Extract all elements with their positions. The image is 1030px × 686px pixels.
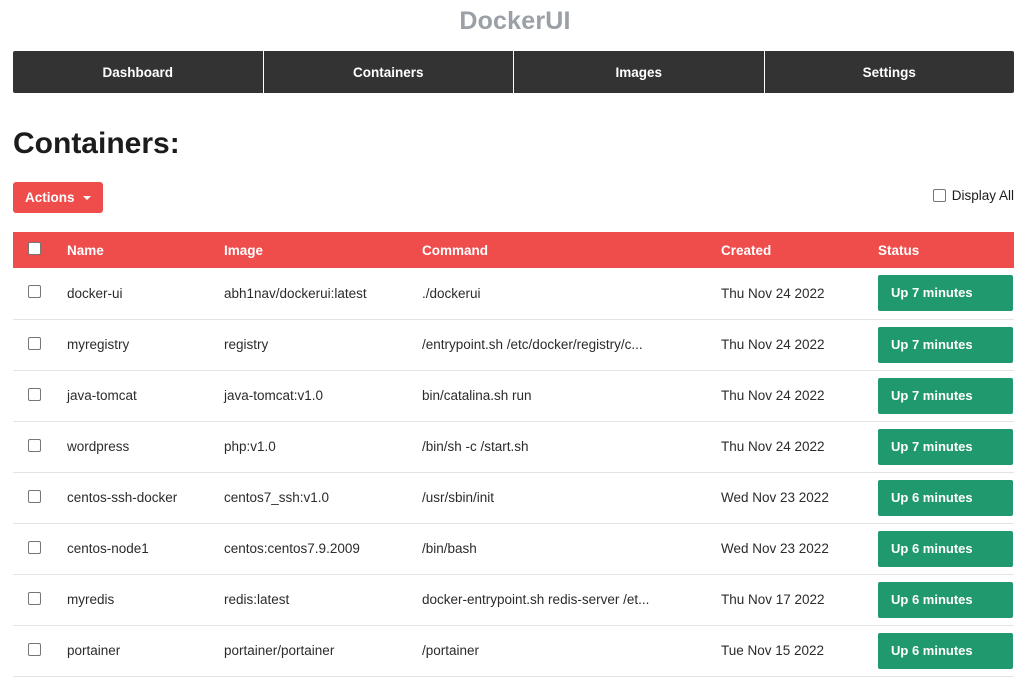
cell-command: /usr/sbin/init — [422, 472, 721, 524]
cell-image: registry — [224, 319, 422, 371]
row-select-cell — [13, 472, 67, 524]
row-select-cell — [13, 268, 67, 320]
cell-image: php:v1.0 — [224, 421, 422, 473]
select-all-checkbox[interactable] — [28, 242, 41, 255]
cell-name: centos-ssh-docker — [67, 472, 224, 524]
cell-name: wordpress — [67, 421, 224, 473]
display-all-label: Display All — [951, 188, 1014, 203]
column-header-status[interactable]: Status — [878, 232, 1014, 268]
row-select-cell — [13, 370, 67, 422]
cell-image: java-tomcat:v1.0 — [224, 370, 422, 422]
display-all-checkbox[interactable] — [932, 189, 946, 202]
row-select-cell — [13, 625, 67, 677]
cell-status: Up 7 minutes — [878, 421, 1014, 473]
page-title: Containers: — [13, 127, 180, 160]
cell-status: Up 7 minutes — [878, 268, 1014, 320]
display-all-toggle[interactable]: Display All — [932, 188, 1014, 203]
cell-image: portainer/portainer — [224, 625, 422, 677]
cell-created: Tue Nov 15 2022 — [721, 625, 878, 677]
row-checkbox[interactable] — [28, 387, 41, 401]
cell-command: /bin/bash — [422, 523, 721, 575]
table-row[interactable]: myregistry registry /entrypoint.sh /etc/… — [13, 319, 1014, 371]
containers-table: Name Image Command Created Status docker… — [13, 232, 1014, 677]
cell-image: centos:centos7.9.2009 — [224, 523, 422, 575]
column-header-image[interactable]: Image — [224, 232, 422, 268]
app-brand-title: DockerUI — [459, 7, 571, 35]
table-body: docker-ui abh1nav/dockerui:latest ./dock… — [13, 268, 1014, 677]
cell-command: /entrypoint.sh /etc/docker/registry/c... — [422, 319, 721, 371]
column-header-command[interactable]: Command — [422, 232, 721, 268]
table-row[interactable]: myredis redis:latest docker-entrypoint.s… — [13, 574, 1014, 626]
cell-status: Up 6 minutes — [878, 472, 1014, 524]
actions-dropdown-button[interactable]: Actions — [13, 182, 103, 213]
status-badge[interactable]: Up 7 minutes — [878, 275, 1013, 312]
cell-command: docker-entrypoint.sh redis-server /et... — [422, 574, 721, 626]
status-badge[interactable]: Up 6 minutes — [878, 632, 1013, 669]
table-row[interactable]: docker-ui abh1nav/dockerui:latest ./dock… — [13, 268, 1014, 320]
table-row[interactable]: wordpress php:v1.0 /bin/sh -c /start.sh … — [13, 421, 1014, 473]
table-row[interactable]: portainer portainer/portainer /portainer… — [13, 625, 1014, 677]
row-select-cell — [13, 523, 67, 575]
table-row[interactable]: centos-node1 centos:centos7.9.2009 /bin/… — [13, 523, 1014, 575]
cell-command: bin/catalina.sh run — [422, 370, 721, 422]
containers-toolbar: Actions Display All — [13, 182, 1014, 214]
status-badge[interactable]: Up 6 minutes — [878, 581, 1013, 618]
cell-created: Thu Nov 24 2022 — [721, 421, 878, 473]
row-select-cell — [13, 421, 67, 473]
cell-created: Thu Nov 24 2022 — [721, 319, 878, 371]
row-checkbox[interactable] — [28, 642, 41, 656]
cell-image: abh1nav/dockerui:latest — [224, 268, 422, 320]
table-row[interactable]: centos-ssh-docker centos7_ssh:v1.0 /usr/… — [13, 472, 1014, 524]
cell-command: /portainer — [422, 625, 721, 677]
status-badge[interactable]: Up 7 minutes — [878, 428, 1013, 465]
row-checkbox[interactable] — [28, 336, 41, 350]
table-header: Name Image Command Created Status — [13, 232, 1014, 268]
nav-item-images[interactable]: Images — [514, 51, 765, 93]
containers-table-wrapper: Name Image Command Created Status docker… — [13, 232, 1014, 677]
nav-item-containers[interactable]: Containers — [264, 51, 514, 93]
row-select-cell — [13, 319, 67, 371]
cell-name: myregistry — [67, 319, 224, 371]
cell-created: Thu Nov 24 2022 — [721, 268, 878, 320]
cell-name: java-tomcat — [67, 370, 224, 422]
chevron-down-icon — [82, 195, 91, 200]
main-navigation: Dashboard Containers Images Settings — [13, 51, 1014, 93]
cell-image: centos7_ssh:v1.0 — [224, 472, 422, 524]
status-badge[interactable]: Up 6 minutes — [878, 530, 1013, 567]
cell-created: Wed Nov 23 2022 — [721, 472, 878, 524]
nav-item-settings[interactable]: Settings — [765, 51, 1015, 93]
column-header-created[interactable]: Created — [721, 232, 878, 268]
cell-status: Up 7 minutes — [878, 319, 1014, 371]
cell-status: Up 6 minutes — [878, 574, 1014, 626]
table-header-row: Name Image Command Created Status — [13, 232, 1014, 268]
select-all-header — [13, 232, 67, 268]
cell-name: portainer — [67, 625, 224, 677]
nav-item-dashboard[interactable]: Dashboard — [13, 51, 264, 93]
cell-status: Up 6 minutes — [878, 523, 1014, 575]
cell-status: Up 6 minutes — [878, 625, 1014, 677]
column-header-name[interactable]: Name — [67, 232, 224, 268]
status-badge[interactable]: Up 7 minutes — [878, 326, 1013, 363]
cell-created: Thu Nov 24 2022 — [721, 370, 878, 422]
cell-created: Wed Nov 23 2022 — [721, 523, 878, 575]
row-checkbox[interactable] — [28, 489, 41, 503]
cell-name: myredis — [67, 574, 224, 626]
row-checkbox[interactable] — [28, 591, 41, 605]
actions-button-label: Actions — [25, 190, 75, 205]
cell-image: redis:latest — [224, 574, 422, 626]
table-row[interactable]: java-tomcat java-tomcat:v1.0 bin/catalin… — [13, 370, 1014, 422]
cell-created: Thu Nov 17 2022 — [721, 574, 878, 626]
cell-command: /bin/sh -c /start.sh — [422, 421, 721, 473]
row-checkbox[interactable] — [28, 285, 41, 299]
status-badge[interactable]: Up 7 minutes — [878, 377, 1013, 414]
cell-command: ./dockerui — [422, 268, 721, 320]
row-checkbox[interactable] — [28, 540, 41, 554]
cell-name: docker-ui — [67, 268, 224, 320]
row-checkbox[interactable] — [28, 438, 41, 452]
app-root: DockerUI Dashboard Containers Images Set… — [0, 0, 1030, 686]
cell-name: centos-node1 — [67, 523, 224, 575]
status-badge[interactable]: Up 6 minutes — [878, 479, 1013, 516]
cell-status: Up 7 minutes — [878, 370, 1014, 422]
row-select-cell — [13, 574, 67, 626]
